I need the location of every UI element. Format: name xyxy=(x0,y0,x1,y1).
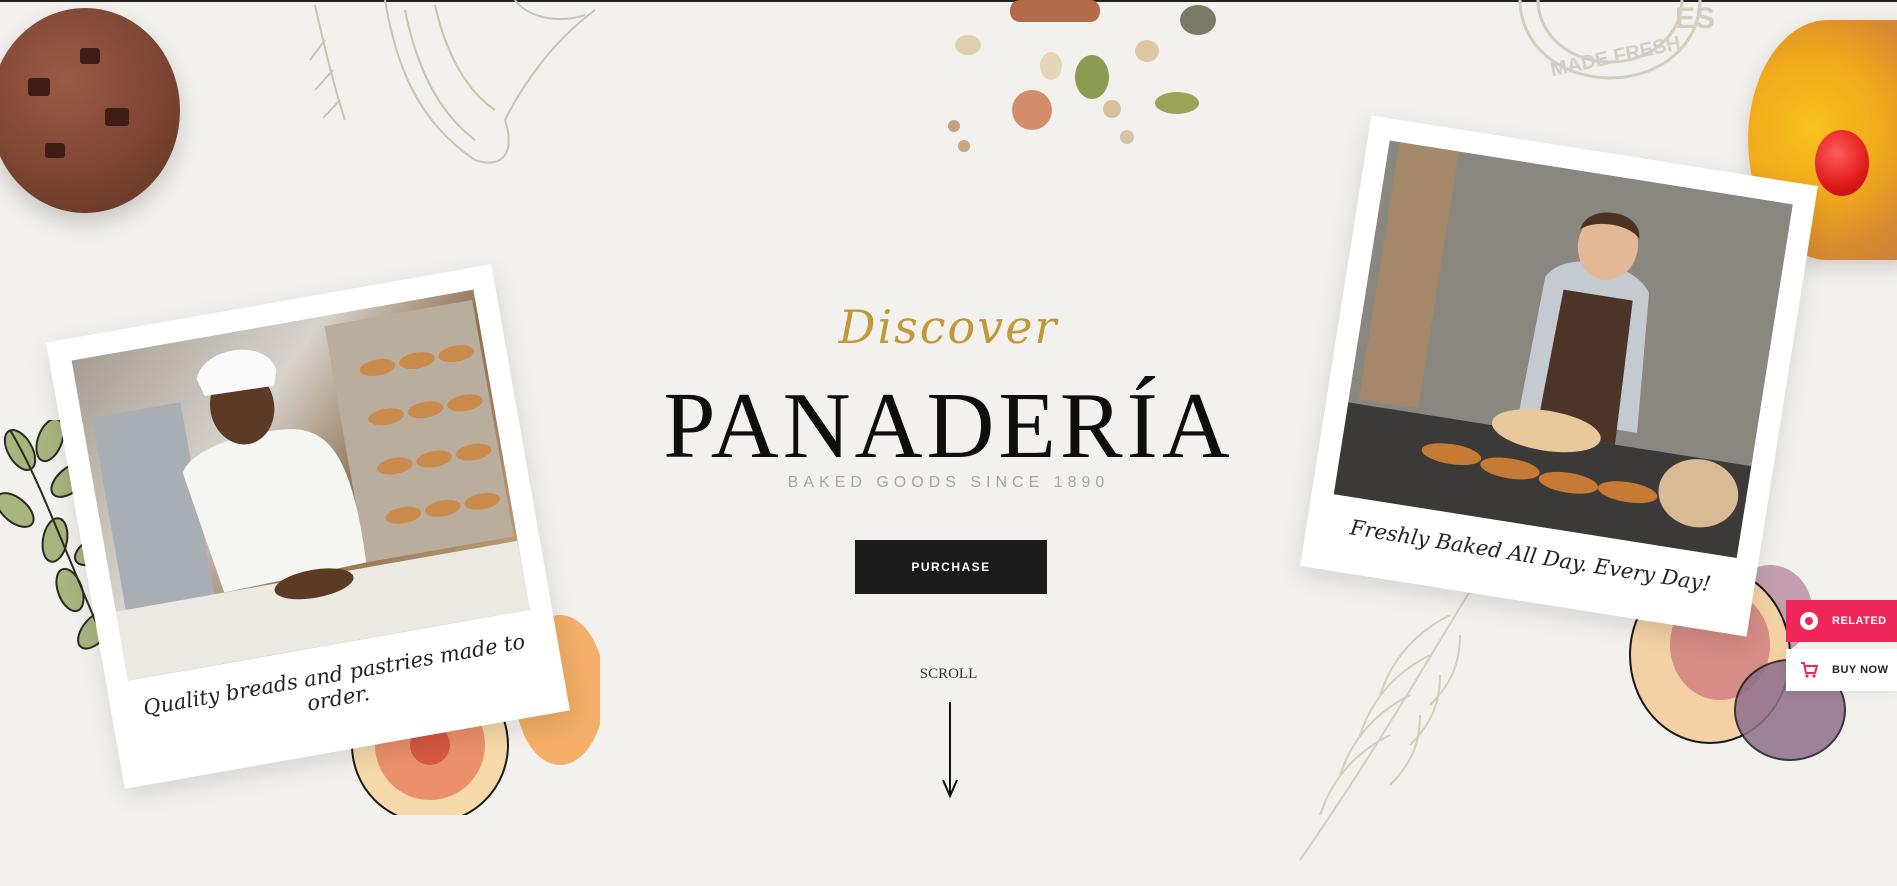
related-label: RELATED xyxy=(1832,615,1887,627)
stamp-logo: MADE FRESH ES xyxy=(1518,0,1715,81)
cherry-image xyxy=(1815,130,1869,196)
ring-icon xyxy=(1798,610,1820,632)
svg-text:MADE FRESH: MADE FRESH xyxy=(1549,32,1683,81)
purchase-button[interactable]: PURCHASE xyxy=(855,540,1047,594)
scroll-label[interactable]: SCROLL xyxy=(0,666,1897,683)
hero-script-word: Discover xyxy=(838,300,1059,354)
buy-now-label: BUY NOW xyxy=(1832,664,1889,676)
croissant-sketch xyxy=(309,0,596,164)
scroll-down-arrow-icon[interactable] xyxy=(940,700,960,800)
cookie-image xyxy=(0,8,180,213)
seeds-scatter xyxy=(940,0,1340,170)
wheat-sketch xyxy=(1299,575,1481,861)
hero-title: PANADERÍA xyxy=(663,374,1234,478)
related-button[interactable]: RELATED xyxy=(1786,600,1897,642)
hero-subtitle: BAKED GOODS SINCE 1890 xyxy=(787,474,1110,491)
svg-text:ES: ES xyxy=(1675,2,1715,35)
buy-now-button[interactable]: BUY NOW xyxy=(1786,649,1897,691)
cart-icon xyxy=(1798,659,1820,681)
